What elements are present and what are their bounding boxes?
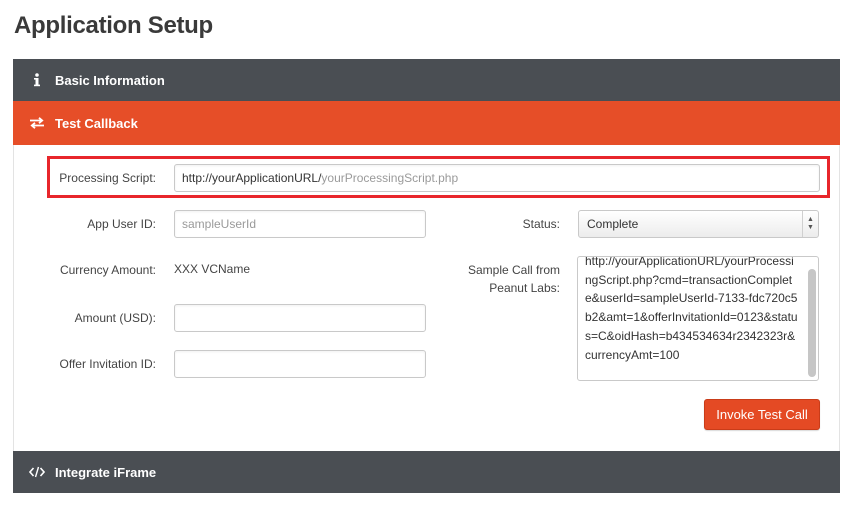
currency-amount-label: Currency Amount: xyxy=(59,263,156,277)
section-test-callback[interactable]: Test Callback xyxy=(13,101,840,145)
section-test-callback-label: Test Callback xyxy=(55,115,138,131)
code-icon xyxy=(29,466,45,478)
app-user-id-label: App User ID: xyxy=(87,217,156,231)
processing-script-label: Processing Script: xyxy=(59,171,156,185)
page-title: Application Setup xyxy=(14,12,213,39)
processing-script-input[interactable]: http://yourApplicationURL/yourProcessing… xyxy=(174,164,820,192)
select-arrows-icon: ▲ ▼ xyxy=(802,211,818,237)
app-user-id-placeholder: sampleUserId xyxy=(182,217,257,231)
processing-script-placeholder: yourProcessingScript.php xyxy=(321,171,459,185)
invoke-test-call-button[interactable]: Invoke Test Call xyxy=(704,399,820,430)
status-select[interactable]: Complete ▲ ▼ xyxy=(578,210,819,238)
sample-call-label-line1: Sample Call from xyxy=(467,263,560,277)
sample-call-textarea[interactable]: http://yourApplicationURL/yourProcessing… xyxy=(577,256,819,381)
currency-amount-value: XXX VCName xyxy=(174,262,251,276)
sample-call-text: http://yourApplicationURL/yourProcessing… xyxy=(585,256,798,362)
section-basic-information[interactable]: Basic Information xyxy=(13,59,840,101)
processing-script-value: http://yourApplicationURL/ xyxy=(182,171,322,185)
section-basic-information-label: Basic Information xyxy=(55,72,165,88)
info-icon xyxy=(29,73,45,87)
sample-call-label-line2: Peanut Labs: xyxy=(489,281,560,295)
status-label: Status: xyxy=(522,217,560,231)
section-integrate-iframe-label: Integrate iFrame xyxy=(55,464,157,480)
offer-invitation-id-input[interactable] xyxy=(174,350,426,378)
section-integrate-iframe[interactable]: Integrate iFrame xyxy=(13,451,840,493)
status-selected-value: Complete xyxy=(587,217,639,231)
app-user-id-input[interactable]: sampleUserId xyxy=(174,210,426,238)
amount-usd-label: Amount (USD): xyxy=(74,311,156,325)
textarea-scrollbar[interactable] xyxy=(808,269,816,377)
swap-arrows-icon xyxy=(29,117,45,129)
offer-invitation-id-label: Offer Invitation ID: xyxy=(59,357,157,371)
amount-usd-input[interactable] xyxy=(174,304,426,332)
